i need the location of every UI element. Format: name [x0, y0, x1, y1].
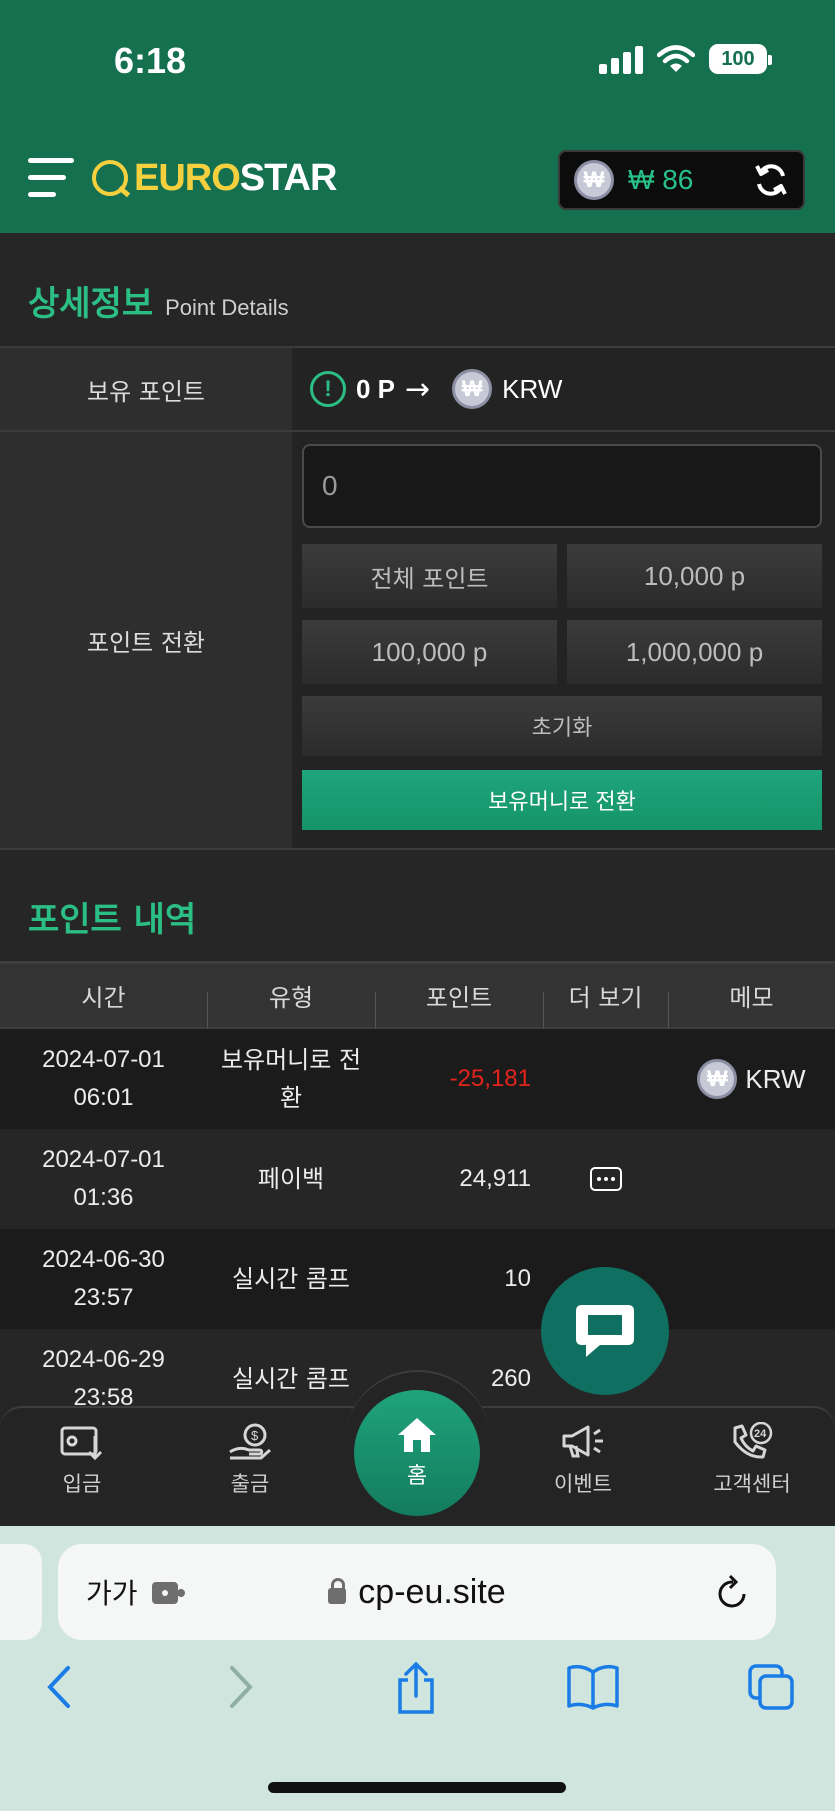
browser-chrome: 가가 cp-eu.site — [0, 1526, 835, 1811]
col-memo: 메모 — [668, 964, 835, 1028]
point-conversion-row: 포인트 전환 전체 포인트 10,000 p 100,000 p 1,000,0… — [0, 432, 835, 850]
wallet-balance: ₩ ₩ 86 — [558, 150, 805, 210]
svg-text:24: 24 — [754, 1428, 767, 1440]
status-time: 6:18 — [114, 40, 187, 81]
battery-icon: 100 — [709, 44, 772, 74]
wallet-amount: ₩ 86 — [628, 164, 694, 195]
megaphone-icon — [562, 1425, 603, 1458]
home-icon — [398, 1418, 436, 1452]
table-header: 시간 유형 포인트 더 보기 메모 — [0, 961, 835, 1029]
col-more: 더 보기 — [543, 964, 668, 1028]
home-indicator — [268, 1782, 566, 1793]
point-history-table: 시간 유형 포인트 더 보기 메모 2024-07-01 06:01 보유머니로 … — [0, 961, 835, 1429]
svg-text:$: $ — [251, 1428, 259, 1443]
browser-toolbar — [0, 1662, 835, 1732]
add-1000000-button[interactable]: 1,000,000 p — [567, 620, 822, 684]
held-points-label: 보유 포인트 — [0, 348, 292, 430]
logo-mark-icon — [92, 160, 128, 196]
all-points-button[interactable]: 전체 포인트 — [302, 544, 557, 608]
nav-withdraw[interactable]: $ 출금 — [190, 1422, 310, 1498]
withdraw-icon: $ — [229, 1423, 271, 1460]
table-row: 2024-06-30 23:57 실시간 콤프 10 — [0, 1229, 835, 1329]
point-value: 24,911 — [459, 1165, 531, 1192]
deposit-icon — [60, 1426, 103, 1461]
chat-bubble-icon — [576, 1305, 634, 1357]
back-icon[interactable] — [44, 1662, 74, 1712]
held-points-value: ! 0 P → ₩ KRW — [292, 348, 835, 430]
support-phone-24-icon: 24 — [733, 1422, 773, 1459]
table-row: 2024-07-01 01:36 페이백 24,911 — [0, 1129, 835, 1229]
menu-icon[interactable] — [28, 156, 74, 200]
won-coin-icon: ₩ — [574, 160, 614, 200]
points-amount-input[interactable] — [302, 444, 822, 528]
nav-deposit[interactable]: 입금 — [22, 1422, 142, 1498]
col-time: 시간 — [81, 984, 126, 1012]
bookmarks-icon[interactable] — [566, 1662, 620, 1712]
convert-to-money-button[interactable]: 보유머니로 전환 — [302, 770, 822, 830]
status-icons: 100 — [599, 44, 772, 74]
table-body: 2024-07-01 06:01 보유머니로 전환 -25,181 ₩ KRW 2… — [0, 1029, 835, 1429]
reset-button[interactable]: 초기화 — [302, 696, 822, 756]
add-100000-button[interactable]: 100,000 p — [302, 620, 557, 684]
more-dots-icon[interactable] — [589, 1167, 622, 1191]
nav-support[interactable]: 24 고객센터 — [692, 1422, 812, 1498]
nav-event[interactable]: 이벤트 — [523, 1422, 643, 1498]
nav-home[interactable]: 홈 — [354, 1390, 480, 1516]
col-type: 유형 — [207, 964, 375, 1028]
memo-krw: ₩ KRW — [697, 1059, 806, 1099]
url-display[interactable]: cp-eu.site — [58, 1573, 776, 1612]
point-details-table: 보유 포인트 ! 0 P → ₩ KRW 포인트 전환 전체 포인트 10,00… — [0, 346, 835, 850]
wifi-icon — [657, 45, 695, 72]
won-coin-icon: ₩ — [697, 1059, 738, 1099]
exclamation-icon: ! — [310, 371, 346, 407]
live-chat-button[interactable] — [541, 1267, 669, 1395]
reload-icon[interactable] — [716, 1574, 750, 1610]
point-value: 10 — [504, 1265, 531, 1292]
held-points-row: 보유 포인트 ! 0 P → ₩ KRW — [0, 348, 835, 432]
previous-tab[interactable] — [0, 1544, 42, 1640]
tabs-icon[interactable] — [746, 1662, 796, 1712]
eurostar-logo[interactable]: EURO STAR — [92, 156, 337, 200]
history-title: 포인트 내역 — [28, 900, 197, 940]
refresh-icon[interactable] — [753, 162, 789, 198]
share-icon[interactable] — [394, 1662, 438, 1716]
forward-icon[interactable] — [226, 1662, 256, 1712]
arrow-right-icon: → — [405, 371, 431, 407]
cellular-signal-icon — [599, 44, 643, 74]
details-title: 상세정보 Point Details — [28, 284, 289, 324]
lock-icon — [328, 1578, 347, 1604]
won-coin-icon: ₩ — [452, 369, 493, 409]
conversion-panel: 전체 포인트 10,000 p 100,000 p 1,000,000 p 초기… — [292, 432, 835, 848]
point-value: -25,181 — [449, 1065, 531, 1092]
add-10000-button[interactable]: 10,000 p — [567, 544, 822, 608]
address-bar[interactable]: 가가 cp-eu.site — [58, 1544, 776, 1640]
col-point: 포인트 — [375, 964, 543, 1028]
point-conversion-label: 포인트 전환 — [0, 432, 292, 848]
table-row: 2024-07-01 06:01 보유머니로 전환 -25,181 ₩ KRW — [0, 1029, 835, 1129]
